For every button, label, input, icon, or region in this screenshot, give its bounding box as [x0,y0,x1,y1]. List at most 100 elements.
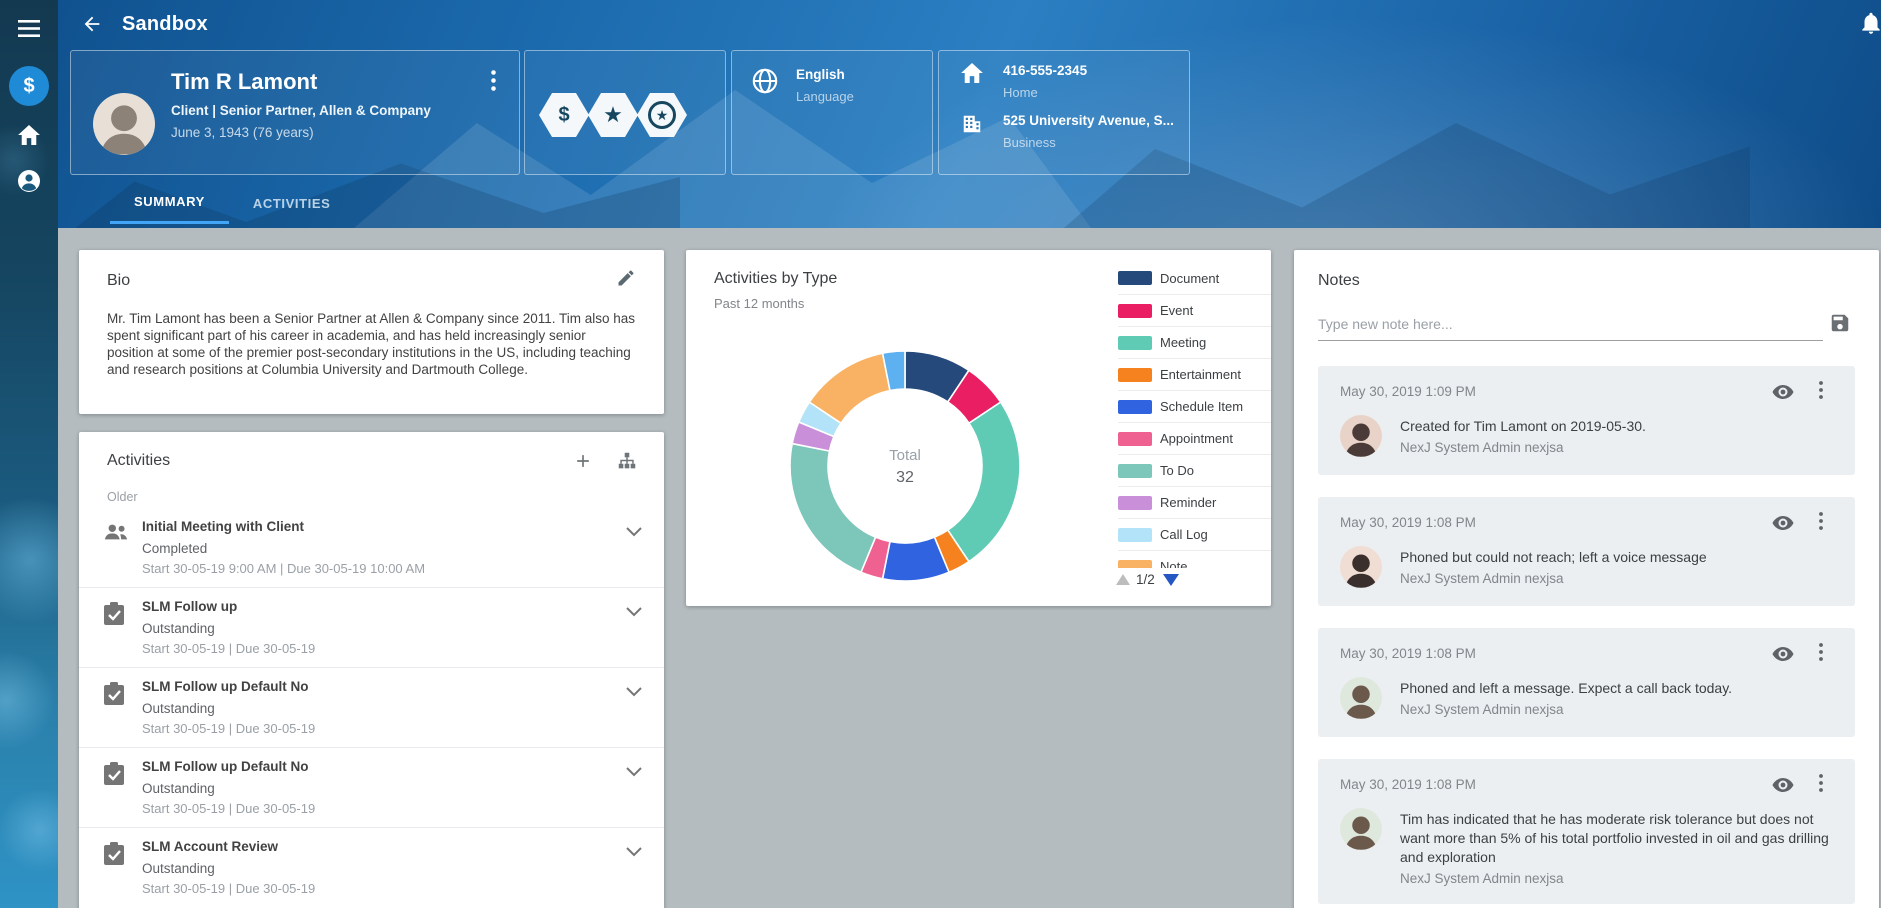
chevron-down-icon[interactable] [626,684,642,702]
notifications-button[interactable] [1858,10,1881,38]
note-text: Phoned but could not reach; left a voice… [1400,548,1707,567]
legend-item: Reminder [1118,486,1271,518]
avatar [1340,546,1382,588]
sidebar-item-finances[interactable]: $ [9,66,49,106]
activity-title: SLM Follow up Default No [142,679,608,694]
activities-group-label: Older [79,474,664,508]
badges-card: $ ★ ★ [524,50,726,175]
chevron-down-icon[interactable] [626,764,642,782]
eye-icon [1771,642,1795,666]
activity-row[interactable]: SLM Follow up Default No Outstanding Sta… [79,747,664,827]
new-note-input[interactable] [1318,312,1823,341]
eye-icon [1771,511,1795,535]
profile-header: Tim R Lamont Client | Senior Partner, Al… [58,50,1881,175]
add-activity-button[interactable] [570,448,596,474]
activity-title: SLM Follow up Default No [142,759,608,774]
address-value[interactable]: 525 University Avenue, S... [1003,113,1174,128]
back-button[interactable] [76,8,108,40]
legend-swatch [1118,304,1152,318]
legend-item: To Do [1118,454,1271,486]
note-date: May 30, 2019 1:08 PM [1340,777,1833,792]
note-text: Created for Tim Lamont on 2019-05-30. [1400,417,1646,436]
notes-title: Notes [1318,272,1855,290]
bell-icon [1858,10,1881,36]
donut-total-value: 32 [896,469,914,486]
hierarchy-view-button[interactable] [614,448,640,474]
donut-total-label: Total [889,447,921,464]
note-menu-button[interactable] [1819,512,1837,536]
activity-status: Outstanding [142,621,608,636]
activity-dates: Start 30-05-19 | Due 30-05-19 [142,641,608,656]
legend-item: Event [1118,294,1271,326]
note-date: May 30, 2019 1:08 PM [1340,515,1833,530]
legend-swatch [1118,528,1152,542]
edit-bio-button[interactable] [616,268,640,292]
people-icon [103,522,129,547]
activity-row[interactable]: Initial Meeting with Client Completed St… [79,508,664,587]
legend-swatch [1118,496,1152,510]
legend-item: Meeting [1118,326,1271,358]
profile-menu-button[interactable] [483,69,503,93]
language-label: Language [796,89,854,104]
badge-list: $ ★ ★ [539,93,686,137]
dollar-badge-icon: $ [539,93,589,137]
note-menu-button[interactable] [1819,643,1837,667]
tab-summary[interactable]: SUMMARY [110,182,229,224]
app-root: $ Sandbox [0,0,1881,908]
note-author: NexJ System Admin nexjsa [1400,571,1707,586]
legend-page-down-icon[interactable] [1163,574,1179,586]
note-menu-button[interactable] [1819,381,1837,405]
activity-title: SLM Account Review [142,839,608,854]
sidebar-item-contacts[interactable] [0,158,58,204]
kebab-menu-icon [1819,774,1823,792]
note-visibility-button[interactable] [1771,380,1797,406]
legend-swatch [1118,432,1152,446]
legend-item: Schedule Item [1118,390,1271,422]
page-title: Sandbox [122,13,208,36]
task-icon [103,682,125,711]
save-icon [1829,312,1851,334]
contact-info-card: 416-555-2345 Home 525 University Avenue,… [938,50,1190,175]
activity-status: Outstanding [142,861,608,876]
legend-swatch [1118,336,1152,350]
eye-icon [1771,773,1795,797]
activities-card: Activities Older [79,432,664,908]
back-arrow-icon [81,13,103,35]
note-author: NexJ System Admin nexjsa [1400,702,1732,717]
note-menu-button[interactable] [1819,774,1837,798]
notes-card: Notes May 30, 2019 1:09 PM [1294,250,1879,908]
activity-row[interactable]: SLM Account Review Outstanding Start 30-… [79,827,664,907]
kebab-menu-icon [491,70,496,92]
note-item: May 30, 2019 1:09 PM [1318,366,1855,475]
menu-button[interactable] [0,6,58,52]
donut-chart[interactable]: Total 32 [775,336,1035,596]
avatar [93,93,155,155]
activity-status: Completed [142,541,608,556]
bio-text: Mr. Tim Lamont has been a Senior Partner… [107,310,636,378]
chevron-down-icon[interactable] [626,524,642,542]
chevron-down-icon[interactable] [626,844,642,862]
bio-title: Bio [107,272,636,290]
sidebar-item-home[interactable] [0,112,58,158]
activity-row[interactable]: SLM Follow up Outstanding Start 30-05-19… [79,587,664,667]
note-visibility-button[interactable] [1771,511,1797,537]
kebab-menu-icon [1819,381,1823,399]
save-note-button[interactable] [1829,312,1853,336]
phone-number[interactable]: 416-555-2345 [1003,63,1087,78]
legend-item: Appointment [1118,422,1271,454]
chevron-down-icon[interactable] [626,604,642,622]
avatar [1340,677,1382,719]
note-visibility-button[interactable] [1771,773,1797,799]
activities-by-type-card: Activities by Type Past 12 months Total … [686,250,1271,606]
note-visibility-button[interactable] [1771,642,1797,668]
legend-page-up-icon[interactable] [1116,574,1130,585]
activities-title: Activities [107,452,170,470]
tab-activities[interactable]: ACTIVITIES [229,182,355,224]
legend-swatch [1118,560,1152,569]
legend-item: Document [1118,262,1271,294]
kebab-menu-icon [1819,643,1823,661]
donut-segments [790,351,1020,581]
activity-row[interactable]: SLM Follow up Default No Outstanding Sta… [79,667,664,747]
tab-bar: SUMMARY ACTIVITIES [58,182,354,228]
note-date: May 30, 2019 1:09 PM [1340,384,1833,399]
